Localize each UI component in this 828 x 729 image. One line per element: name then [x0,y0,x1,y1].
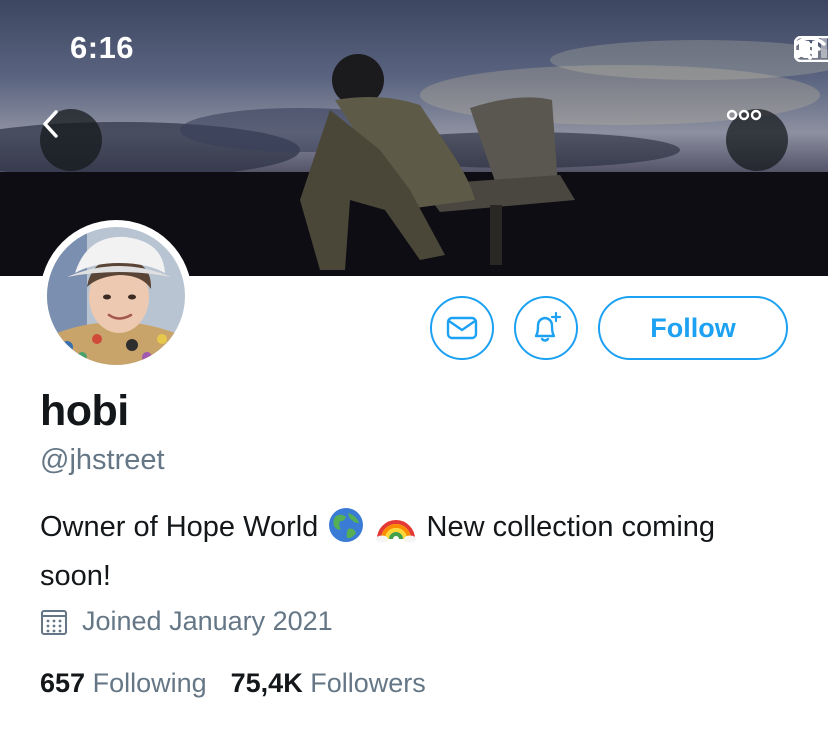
more-horizontal-icon [726,109,762,121]
rainbow-emoji [376,507,417,555]
notifications-button[interactable] [514,296,578,360]
bell-plus-icon [534,311,562,342]
follow-stats: 657 Following 75,4K Followers [40,668,426,699]
status-time: 6:16 [70,30,135,65]
chevron-left-icon [43,110,58,138]
back-button[interactable] [40,109,102,171]
followers-link[interactable]: 75,4K Followers [231,668,426,699]
following-label: Following [92,668,207,698]
bio-text-part1: Owner of Hope World [40,511,319,543]
user-handle: @jhstreet [40,444,165,476]
battery-icon [794,36,828,62]
message-button[interactable] [430,296,494,360]
followers-label: Followers [310,668,426,698]
joined-date: Joined January 2021 [40,606,333,637]
globe-emoji [328,507,364,555]
following-count: 657 [40,668,86,698]
mail-icon [446,316,478,340]
calendar-icon [41,609,67,635]
avatar[interactable] [40,220,192,372]
follow-button[interactable]: Follow [598,296,788,360]
avatar-image [47,227,185,365]
more-options-button[interactable] [726,109,788,171]
following-link[interactable]: 657 Following [40,668,207,699]
joined-date-text: Joined January 2021 [82,606,333,636]
display-name: hobi [40,387,129,435]
profile-bio: Owner of Hope World New collection comin… [40,506,740,597]
followers-count: 75,4K [230,668,303,698]
